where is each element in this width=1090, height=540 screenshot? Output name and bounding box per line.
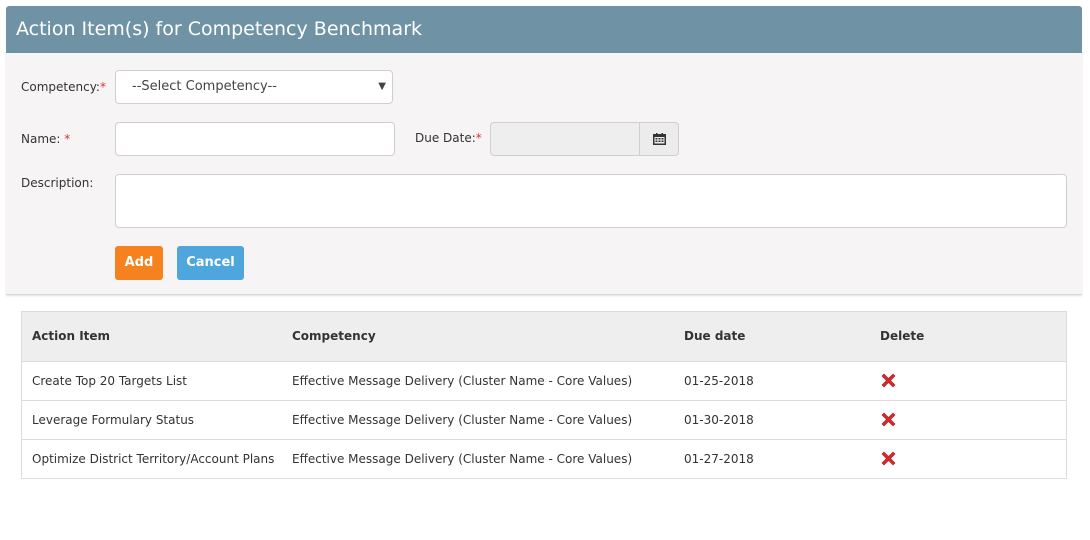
due-date-cell: 01-27-2018	[684, 452, 754, 466]
delete-x-icon[interactable]	[880, 411, 897, 428]
cancel-button[interactable]: Cancel	[177, 246, 244, 280]
table-row: Optimize District Territory/Account Plan…	[22, 439, 1066, 478]
due-date-cell: 01-30-2018	[684, 413, 754, 427]
competency-select[interactable]: --Select Competency-- ▼	[115, 70, 393, 104]
required-marker: *	[99, 80, 106, 94]
column-header-delete: Delete	[880, 329, 925, 343]
action-item-form: Competency:* --Select Competency-- ▼ Nam…	[6, 53, 1082, 295]
delete-x-icon[interactable]	[880, 372, 897, 389]
table-row: Create Top 20 Targets List Effective Mes…	[22, 361, 1066, 400]
chevron-down-icon: ▼	[378, 81, 386, 92]
name-label-text: Name:	[21, 132, 61, 146]
competency-label-text: Competency:	[21, 80, 100, 94]
name-label: Name: *	[21, 132, 70, 146]
delete-x-icon[interactable]	[880, 450, 897, 467]
due-date-cell: 01-25-2018	[684, 374, 754, 388]
calendar-icon	[653, 133, 666, 145]
competency-select-value: --Select Competency--	[132, 79, 277, 94]
name-input[interactable]	[115, 122, 395, 156]
competency-cell: Effective Message Delivery (Cluster Name…	[292, 413, 633, 427]
required-marker: *	[475, 131, 482, 145]
action-item-cell: Leverage Formulary Status	[32, 413, 195, 427]
table-header: Action Item Competency Due date Delete	[22, 312, 1066, 361]
table-row: Leverage Formulary Status Effective Mess…	[22, 400, 1066, 439]
action-items-table: Action Item Competency Due date Delete C…	[21, 311, 1067, 479]
date-picker-button[interactable]	[639, 122, 679, 156]
competency-label: Competency:*	[21, 80, 106, 94]
due-date-label-text: Due Date:	[415, 131, 476, 145]
description-label: Description:	[21, 176, 94, 190]
competency-cell: Effective Message Delivery (Cluster Name…	[292, 374, 633, 388]
column-header-competency: Competency	[292, 329, 376, 343]
panel-title: Action Item(s) for Competency Benchmark	[6, 6, 1082, 53]
column-header-due-date: Due date	[684, 329, 746, 343]
competency-cell: Effective Message Delivery (Cluster Name…	[292, 452, 633, 466]
action-item-cell: Optimize District Territory/Account Plan…	[32, 452, 275, 466]
column-header-action-item: Action Item	[32, 329, 111, 343]
action-item-cell: Create Top 20 Targets List	[32, 374, 188, 388]
description-textarea[interactable]	[115, 174, 1067, 228]
required-marker: *	[64, 132, 71, 146]
due-date-label: Due Date:*	[415, 131, 482, 145]
due-date-input[interactable]	[490, 122, 640, 156]
add-button[interactable]: Add	[115, 246, 163, 280]
